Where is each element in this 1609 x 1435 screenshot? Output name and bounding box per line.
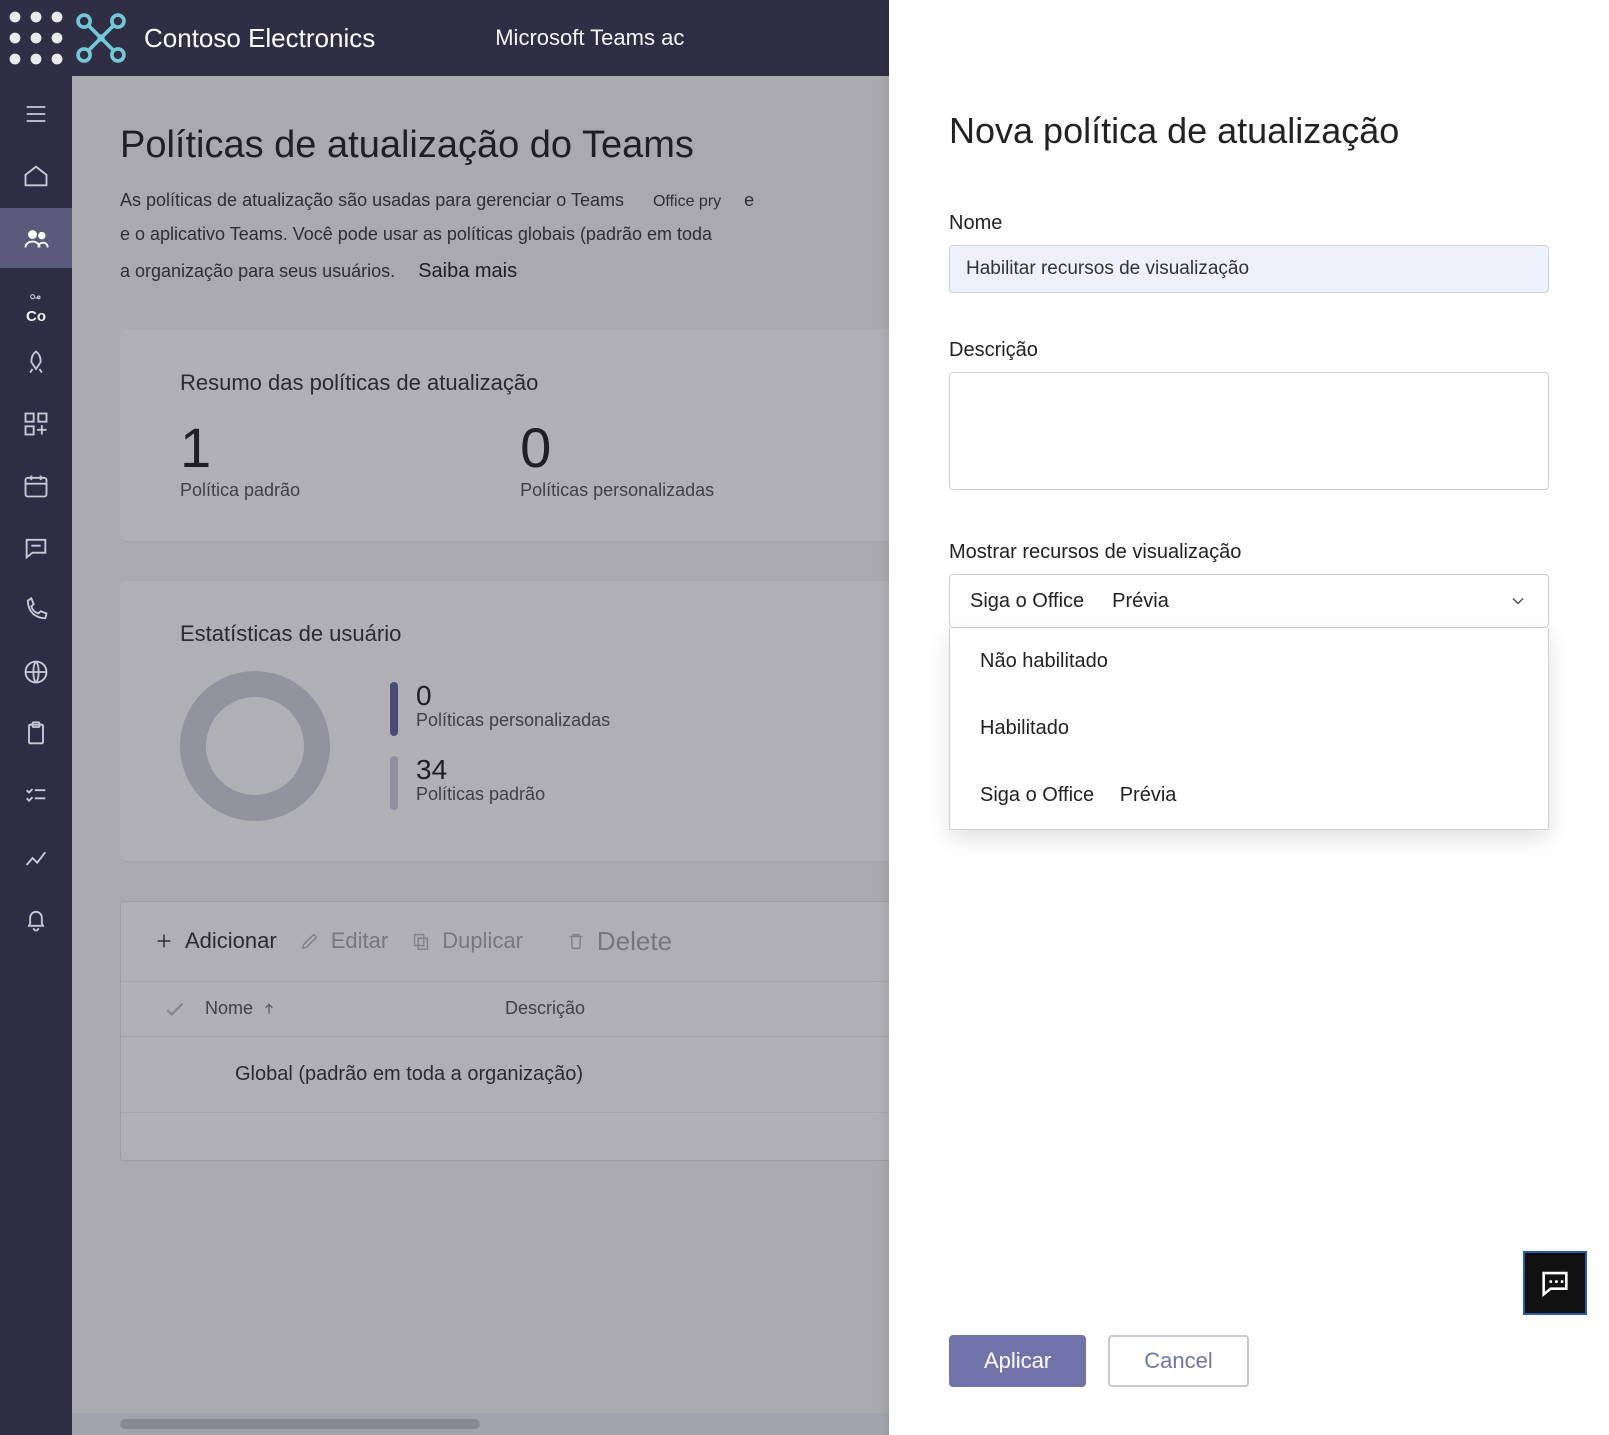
desc-fragment: As políticas de atualização são usadas p… [120, 190, 624, 210]
stat-value: 0 [416, 682, 610, 710]
chat-icon [1538, 1266, 1572, 1300]
nav-policy[interactable] [0, 704, 72, 764]
option-enabled[interactable]: Habilitado [950, 695, 1548, 762]
nav-co[interactable]: Co [0, 270, 72, 330]
home-icon [22, 162, 50, 190]
bell-icon [22, 906, 50, 934]
name-label: Nome [949, 212, 1549, 235]
add-label: Adicionar [185, 928, 277, 954]
delete-button[interactable]: Delete [557, 918, 680, 965]
nav-analytics[interactable] [0, 828, 72, 888]
stat-custom: 0 Políticas personalizadas [390, 682, 610, 736]
description-input[interactable] [949, 372, 1549, 490]
sort-up-icon [261, 1001, 277, 1017]
rocket-icon [22, 348, 50, 376]
summary-custom-policies: 0 Políticas personalizadas [520, 420, 714, 501]
app-title: Microsoft Teams ac [495, 25, 684, 51]
desc-fragment: a organização para seus usuários. [120, 261, 395, 281]
brand-name: Contoso Electronics [144, 23, 375, 54]
stat-label: Políticas padrão [416, 784, 545, 805]
apply-button[interactable]: Aplicar [949, 1335, 1086, 1387]
chat-launcher[interactable] [1523, 1251, 1587, 1315]
option-label: Prévia [1120, 784, 1177, 806]
check-icon [162, 996, 188, 1022]
edit-label: Editar [331, 928, 388, 954]
devices-icon [24, 292, 48, 308]
nav-globe[interactable] [0, 642, 72, 702]
option-follow-office[interactable]: Siga o Office Prévia [950, 762, 1548, 829]
copy-icon [410, 930, 432, 952]
calendar-icon [22, 472, 50, 500]
chevron-down-icon [1508, 591, 1528, 611]
nav-locations[interactable] [0, 332, 72, 392]
brand-logo-icon [72, 9, 130, 67]
option-label: Habilitado [980, 717, 1069, 739]
phone-icon [22, 596, 50, 624]
stat-value: 34 [416, 756, 545, 784]
nav-home[interactable] [0, 146, 72, 206]
globe-icon [22, 658, 50, 686]
duplicate-label: Duplicar [442, 928, 523, 954]
add-button[interactable]: Adicionar [145, 920, 285, 962]
teams-icon [22, 224, 50, 252]
pencil-icon [299, 930, 321, 952]
column-name-label: Nome [205, 998, 253, 1019]
clipboard-icon [22, 720, 50, 748]
select-value: Prévia [1112, 590, 1169, 613]
checklist-icon [22, 782, 50, 810]
nav-tasks[interactable] [0, 766, 72, 826]
page-description: As políticas de atualização são usadas p… [120, 183, 900, 290]
plus-icon [153, 930, 175, 952]
learn-more-link[interactable]: Saiba mais [418, 252, 517, 290]
nav-meetings[interactable] [0, 456, 72, 516]
name-input[interactable] [949, 245, 1549, 293]
edit-button[interactable]: Editar [291, 920, 396, 962]
summary-default-policies: 1 Política padrão [180, 420, 300, 501]
left-rail: Co [0, 76, 72, 1435]
description-label: Descrição [949, 339, 1549, 362]
nav-teams[interactable] [0, 208, 72, 268]
nav-messaging[interactable] [0, 518, 72, 578]
nav-hamburger[interactable] [0, 84, 72, 144]
new-policy-panel: Nova política de atualização Nome Descri… [889, 0, 1609, 1435]
summary-label: Política padrão [180, 480, 300, 501]
stat-default: 34 Políticas padrão [390, 756, 610, 810]
nav-voice[interactable] [0, 580, 72, 640]
summary-value: 1 [180, 420, 300, 476]
desc-fragment: e o aplicativo Teams. Você pode usar as … [120, 224, 712, 244]
column-name[interactable]: Nome [205, 998, 505, 1019]
panel-title: Nova política de atualização [949, 110, 1549, 152]
nav-notifications[interactable] [0, 890, 72, 950]
duplicate-button[interactable]: Duplicar [402, 920, 531, 962]
nav-apps[interactable] [0, 394, 72, 454]
preview-features-dropdown: Não habilitado Habilitado Siga o Office … [949, 628, 1549, 830]
nav-co-label: Co [26, 308, 46, 325]
donut-chart [180, 671, 330, 821]
option-label: Não habilitado [980, 650, 1108, 672]
option-not-enabled[interactable]: Não habilitado [950, 628, 1548, 695]
preview-features-label: Mostrar recursos de visualização [949, 541, 1549, 564]
preview-features-select[interactable]: Siga o Office Prévia [949, 574, 1549, 628]
app-launcher-button[interactable] [0, 0, 72, 76]
menu-icon [22, 100, 50, 128]
stat-label: Políticas personalizadas [416, 710, 610, 731]
message-icon [22, 534, 50, 562]
desc-fragment: e [744, 183, 754, 217]
apps-icon [22, 410, 50, 438]
select-all-checkbox[interactable] [145, 996, 205, 1022]
row-name: Global (padrão em toda a organização) [205, 1063, 805, 1086]
select-value: Siga o Office [970, 590, 1084, 613]
cancel-button[interactable]: Cancel [1108, 1335, 1248, 1387]
summary-value: 0 [520, 420, 714, 476]
analytics-icon [22, 844, 50, 872]
desc-fragment: Office pry [653, 187, 721, 217]
trash-icon [565, 930, 587, 952]
waffle-icon [0, 2, 72, 74]
option-label: Siga o Office [980, 784, 1094, 806]
summary-label: Políticas personalizadas [520, 480, 714, 501]
delete-label: Delete [597, 926, 672, 957]
